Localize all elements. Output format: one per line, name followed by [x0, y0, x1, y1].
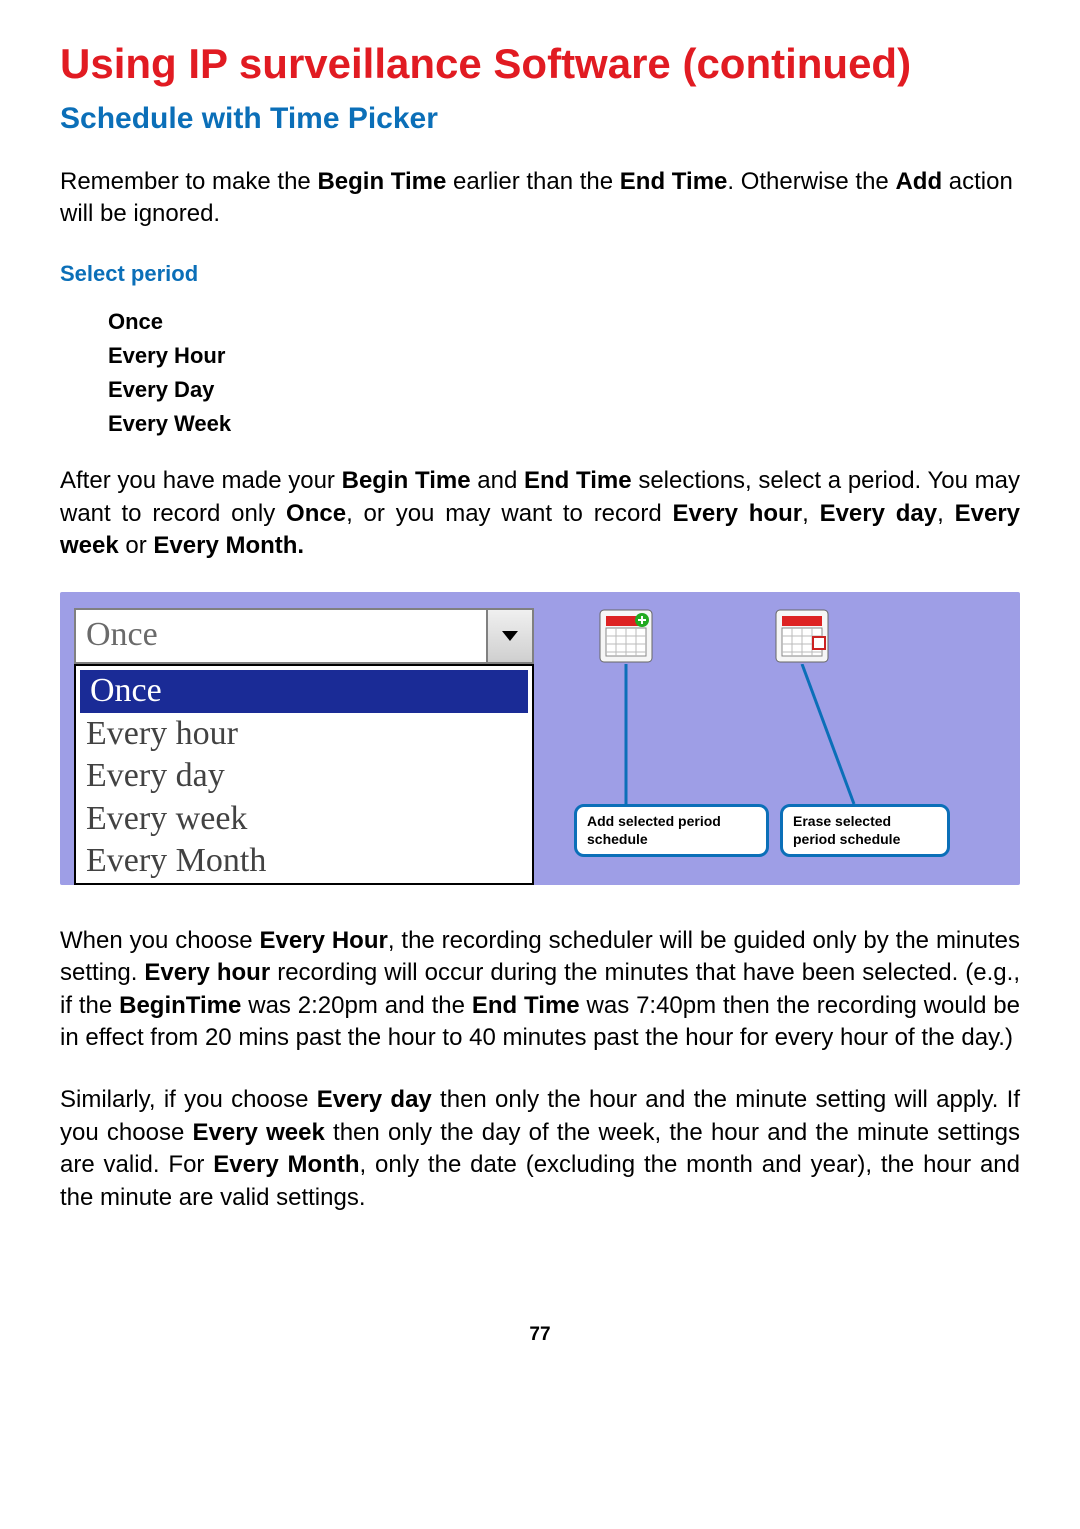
text: Similarly, if you choose	[60, 1086, 317, 1113]
bold-text: Once	[286, 500, 346, 527]
text: After you have made your	[60, 467, 342, 494]
text: ,	[802, 500, 819, 527]
page-number: 77	[60, 1324, 1020, 1346]
calendar-erase-icon[interactable]	[774, 608, 830, 664]
paragraph: When you choose Every Hour, the recordin…	[60, 925, 1020, 1055]
select-period-label: Select period	[60, 261, 1020, 287]
bold-text: Every hour	[673, 500, 803, 527]
section-heading: Schedule with Time Picker	[60, 102, 1020, 136]
page-title: Using IP surveillance Software (continue…	[60, 40, 1020, 88]
listbox-option[interactable]: Every Month	[76, 840, 532, 883]
text: ,	[937, 500, 954, 527]
combobox-selected-value: Once	[76, 610, 486, 662]
bold-text: Every hour	[144, 959, 270, 986]
paragraph: Similarly, if you choose Every day then …	[60, 1084, 1020, 1214]
list-item: Every Week	[108, 407, 1020, 441]
paragraph: After you have made your Begin Time and …	[60, 465, 1020, 562]
text: When you choose	[60, 927, 260, 954]
listbox-option[interactable]: Every week	[76, 798, 532, 841]
bold-text: Begin Time	[317, 168, 446, 195]
bold-text: Every week	[193, 1119, 325, 1146]
text: earlier than the	[446, 168, 619, 195]
period-option-list: Once Every Hour Every Day Every Week	[60, 305, 1020, 441]
text: , or you may want to record	[346, 500, 672, 527]
text: . Otherwise the	[727, 168, 895, 195]
bold-text: Every Hour	[260, 927, 388, 954]
period-listbox[interactable]: Once Every hour Every day Every week Eve…	[74, 664, 534, 885]
listbox-option[interactable]: Every day	[76, 755, 532, 798]
chevron-down-icon	[500, 629, 520, 643]
list-item: Once	[108, 305, 1020, 339]
list-item: Every Day	[108, 373, 1020, 407]
bold-text: Every Month.	[153, 532, 304, 559]
bold-text: BeginTime	[119, 992, 241, 1019]
bold-text: Add	[895, 168, 942, 195]
bold-text: Every day	[317, 1086, 432, 1113]
combobox-dropdown-button[interactable]	[486, 610, 532, 662]
bold-text: Every Month	[213, 1151, 359, 1178]
bold-text: Every day	[820, 500, 938, 527]
bold-text: End Time	[620, 168, 728, 195]
listbox-option[interactable]: Every hour	[76, 713, 532, 756]
text: was 2:20pm and the	[241, 992, 472, 1019]
period-combobox[interactable]: Once	[74, 608, 534, 664]
text: or	[119, 532, 154, 559]
callout-erase-selected-period: Erase selected period schedule	[780, 804, 950, 857]
text: Remember to make the	[60, 168, 317, 195]
bold-text: End Time	[524, 467, 632, 494]
text: and	[471, 467, 524, 494]
list-item: Every Hour	[108, 339, 1020, 373]
bold-text: End Time	[472, 992, 580, 1019]
bold-text: Begin Time	[342, 467, 471, 494]
intro-paragraph: Remember to make the Begin Time earlier …	[60, 166, 1020, 231]
software-panel: Once Once Every hour Every day Every wee…	[60, 592, 1020, 885]
calendar-add-icon[interactable]	[598, 608, 654, 664]
callout-add-selected-period: Add selected period schedule	[574, 804, 769, 857]
listbox-option[interactable]: Once	[80, 670, 528, 713]
screenshot-figure: Once Once Every hour Every day Every wee…	[60, 592, 1020, 885]
